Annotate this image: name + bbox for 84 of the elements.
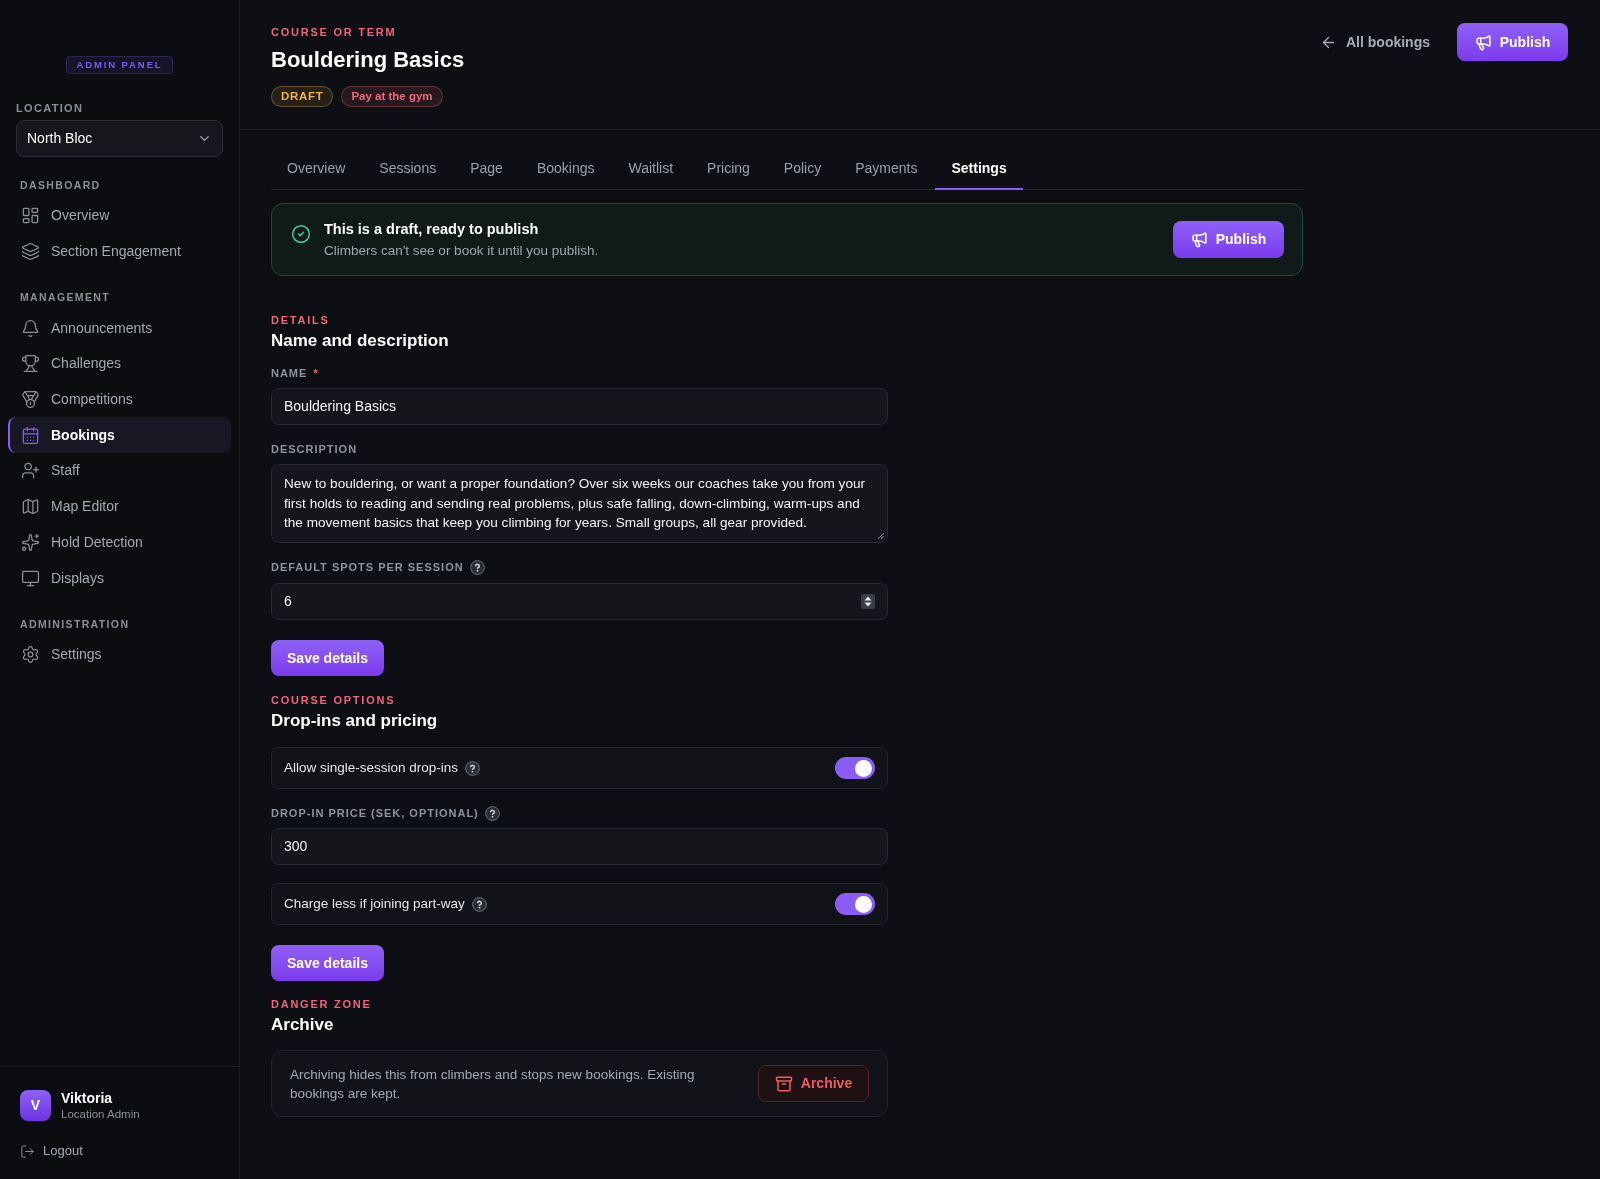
nav-section-heading: DASHBOARD — [19, 178, 102, 192]
field-label: DESCRIPTION — [271, 442, 358, 456]
banner-text: Climbers can't see or book it until you publish. — [324, 242, 599, 260]
publish-button[interactable]: Publish — [1457, 23, 1568, 61]
calendar-icon — [21, 425, 40, 445]
archive-button[interactable]: Archive — [758, 1065, 869, 1102]
page-eyebrow: COURSE OR TERM — [271, 25, 398, 39]
text-input[interactable]: Bouldering Basics — [271, 388, 888, 425]
medal-icon — [21, 390, 40, 410]
nav-item[interactable]: Section Engagement — [8, 233, 231, 270]
nav-item[interactable]: Overview — [8, 198, 231, 234]
dashboard-icon — [21, 206, 40, 226]
logout-icon — [20, 1143, 35, 1159]
all-bookings-link[interactable]: All bookings — [1320, 31, 1430, 53]
tab[interactable]: Waitlist — [612, 146, 690, 190]
publish-button[interactable]: Publish — [1173, 221, 1284, 258]
nav-section-heading: MANAGEMENT — [19, 290, 112, 305]
tab[interactable]: Overview — [271, 146, 362, 190]
status-badge: Pay at the gym — [341, 86, 443, 107]
nav-item[interactable]: Competitions — [8, 381, 231, 418]
text-input[interactable]: 300 — [271, 828, 888, 865]
tab[interactable]: Payments — [839, 146, 934, 190]
nav-item[interactable]: Settings — [8, 636, 231, 673]
page-title: Bouldering Basics — [271, 46, 465, 74]
section-eyebrow: DANGER ZONE — [271, 997, 373, 1011]
description-textarea[interactable]: New to bouldering, or want a proper foundation? Over six weeks our coaches take you from your first holds to reading and sending real problems, plus safe falling, down-climbing, warm-ups and the movement basics that keep you climbing for years. Small groups, all gear provided. — [271, 464, 888, 543]
user-avatar: V — [20, 1090, 51, 1121]
help-icon[interactable] — [471, 896, 487, 912]
nav-item[interactable]: Staff — [8, 453, 231, 489]
nav-item[interactable]: Announcements — [8, 310, 231, 347]
resize-grip-icon[interactable] — [877, 532, 885, 540]
bell-icon — [21, 318, 40, 338]
banner-title: This is a draft, ready to publish — [324, 220, 540, 239]
check-circle-icon — [291, 224, 311, 244]
user-plus-icon — [21, 461, 40, 481]
tab[interactable]: Settings — [935, 146, 1023, 190]
stepper-icon[interactable] — [861, 594, 875, 609]
layers-icon — [21, 242, 40, 262]
nav-item[interactable]: Displays — [8, 560, 231, 596]
tab[interactable]: Page — [454, 146, 519, 190]
logout-button[interactable]: Logout — [20, 1143, 83, 1159]
save-button[interactable]: Save details — [271, 640, 384, 676]
toggle-switch[interactable] — [835, 757, 875, 779]
section-title: Drop-ins and pricing — [271, 710, 439, 732]
user-role: Location Admin — [61, 1107, 140, 1122]
tab[interactable]: Bookings — [520, 146, 611, 190]
toggle-label: Allow single-session drop-ins — [284, 758, 459, 777]
map-icon — [21, 497, 40, 517]
field-label: NAME — [271, 366, 308, 380]
sparkle-icon — [21, 532, 40, 552]
monitor-icon — [21, 568, 40, 588]
section-eyebrow: COURSE OPTIONS — [271, 693, 397, 707]
section-eyebrow: DETAILS — [271, 313, 331, 327]
field-label: DROP-IN PRICE (SEK, OPTIONAL) — [271, 806, 479, 820]
nav-item[interactable]: Challenges — [8, 346, 231, 382]
archive-description: Archiving hides this from climbers and stops new bookings. Existing bookings are kept. — [290, 1065, 696, 1103]
help-icon[interactable] — [469, 559, 485, 575]
number-input[interactable]: 6 — [271, 583, 888, 620]
location-select[interactable]: North Bloc — [16, 120, 223, 157]
archive-box-icon — [774, 1074, 793, 1093]
required-mark: * — [313, 366, 318, 380]
admin-panel-badge: ADMIN PANEL — [66, 56, 173, 74]
megaphone-icon — [1474, 33, 1492, 51]
nav-item[interactable]: Map Editor — [8, 488, 231, 525]
status-badge: DRAFT — [271, 86, 334, 107]
megaphone-icon — [1190, 231, 1208, 248]
nav-item[interactable]: Hold Detection — [8, 524, 231, 561]
tab[interactable]: Policy — [767, 146, 838, 190]
user-name: Viktoria — [61, 1089, 114, 1107]
toggle-switch[interactable] — [835, 893, 875, 915]
save-button[interactable]: Save details — [271, 945, 384, 981]
nav-item[interactable]: Bookings — [8, 417, 231, 454]
gear-icon — [21, 645, 40, 665]
trophy-icon — [21, 354, 40, 374]
tab[interactable]: Sessions — [363, 146, 453, 190]
section-title: Name and description — [271, 330, 450, 352]
location-label: LOCATION — [15, 101, 85, 115]
help-icon[interactable] — [484, 805, 500, 821]
help-icon[interactable] — [465, 760, 481, 776]
nav-section-heading: ADMINISTRATION — [19, 616, 131, 631]
field-label: DEFAULT SPOTS PER SESSION — [271, 560, 464, 574]
tab[interactable]: Pricing — [691, 146, 766, 190]
toggle-label: Charge less if joining part-way — [284, 894, 465, 913]
section-title: Archive — [271, 1014, 335, 1036]
